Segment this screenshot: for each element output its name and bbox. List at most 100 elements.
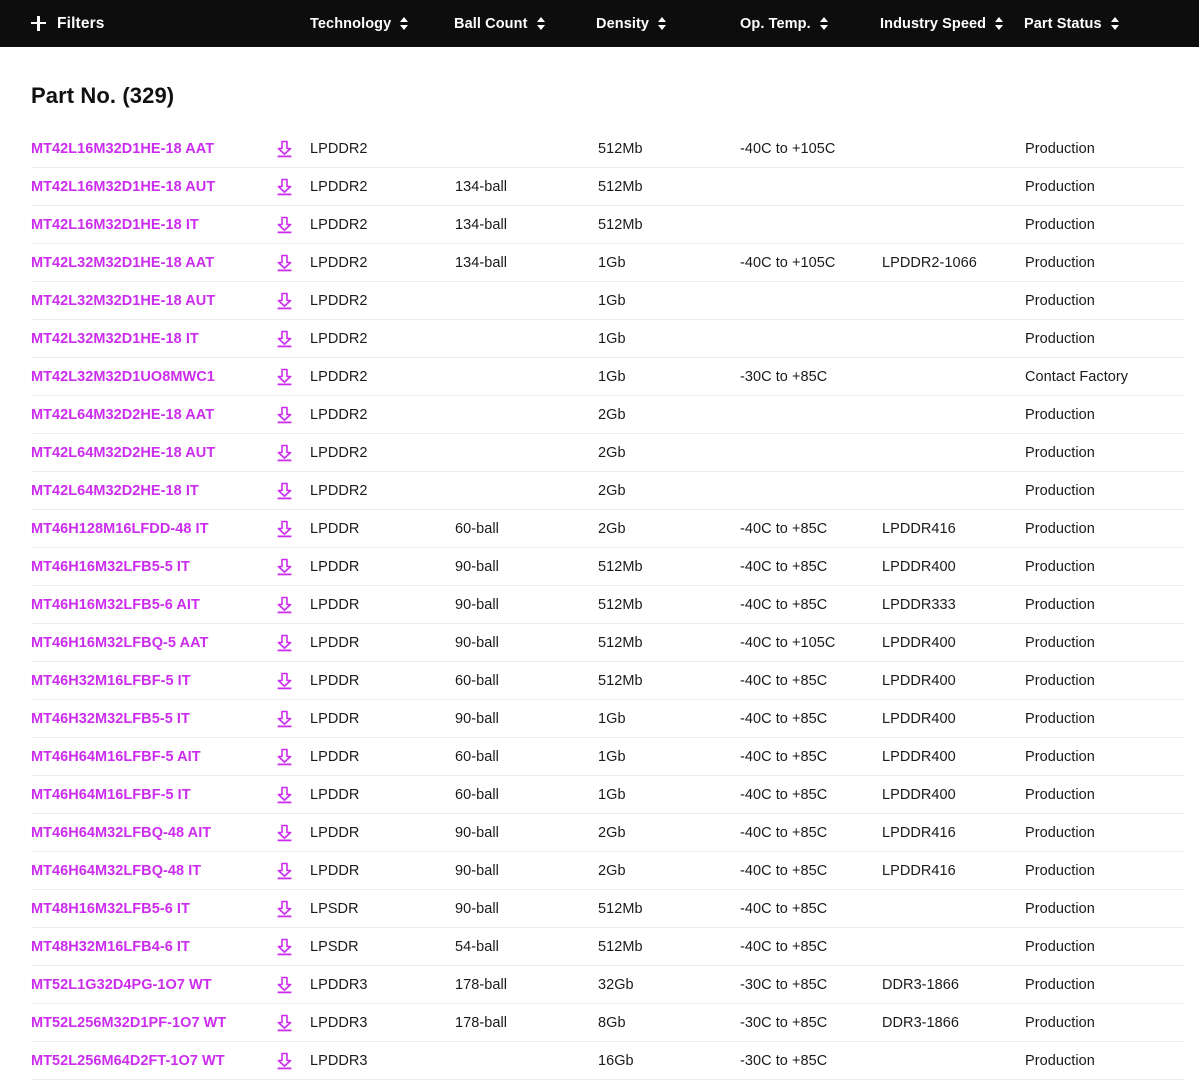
part-number-link[interactable]: MT46H64M16LFBF-5 IT bbox=[31, 787, 191, 803]
download-icon[interactable] bbox=[277, 900, 292, 917]
part-number-link[interactable]: MT46H64M32LFBQ-48 IT bbox=[31, 863, 201, 879]
part-number-link[interactable]: MT46H16M32LFB5-6 AIT bbox=[31, 597, 200, 613]
sort-updown-icon[interactable] bbox=[995, 16, 1004, 31]
table-row: MT46H16M32LFBQ-5 AAT LPDDR 90-ball 512Mb -40… bbox=[31, 624, 1184, 662]
cell-industry-speed: LPDDR400 bbox=[882, 634, 956, 651]
part-number-link[interactable]: MT46H128M16LFDD-48 IT bbox=[31, 521, 209, 537]
download-icon[interactable] bbox=[277, 292, 292, 309]
cell-part-status: Production bbox=[1025, 824, 1095, 841]
download-icon[interactable] bbox=[277, 406, 292, 423]
download-icon[interactable] bbox=[277, 938, 292, 955]
download-icon-svg bbox=[277, 368, 292, 385]
cell-op-temp: -40C to +85C bbox=[740, 558, 828, 575]
download-icon[interactable] bbox=[277, 520, 292, 537]
part-number-link[interactable]: MT42L32M32D1HE-18 IT bbox=[31, 331, 199, 347]
part-number-link[interactable]: MT48H32M16LFB4-6 IT bbox=[31, 939, 190, 955]
table-row: MT42L32M32D1HE-18 AUT LPDDR2 1Gb Production bbox=[31, 282, 1184, 320]
download-icon[interactable] bbox=[277, 482, 292, 499]
column-header-op-temp[interactable]: Op. Temp. bbox=[740, 16, 829, 32]
download-icon[interactable] bbox=[277, 786, 292, 803]
filters-button[interactable]: Filters bbox=[31, 15, 105, 33]
table-row: MT42L16M32D1HE-18 IT LPDDR2 134-ball 512Mb P… bbox=[31, 206, 1184, 244]
download-icon[interactable] bbox=[277, 254, 292, 271]
download-icon[interactable] bbox=[277, 976, 292, 993]
sort-updown-icon[interactable] bbox=[819, 16, 829, 31]
cell-technology: LPDDR bbox=[310, 786, 360, 803]
column-header-label: Ball Count bbox=[454, 15, 528, 32]
cell-ball-count: 90-ball bbox=[455, 824, 499, 841]
column-header-part-status[interactable]: Part Status bbox=[1024, 16, 1120, 32]
column-header-technology[interactable]: Technology bbox=[310, 16, 409, 32]
download-icon[interactable] bbox=[277, 140, 292, 157]
part-number-link[interactable]: MT42L32M32D1HE-18 AUT bbox=[31, 293, 215, 309]
cell-density: 1Gb bbox=[598, 254, 626, 271]
part-number-link[interactable]: MT42L16M32D1HE-18 IT bbox=[31, 217, 199, 233]
download-icon[interactable] bbox=[277, 710, 292, 727]
cell-op-temp: -30C to +85C bbox=[740, 368, 828, 385]
part-number-link[interactable]: MT52L256M64D2FT-1O7 WT bbox=[31, 1053, 225, 1069]
column-header-ball-count[interactable]: Ball Count bbox=[454, 16, 546, 32]
part-number-link[interactable]: MT42L16M32D1HE-18 AAT bbox=[31, 141, 214, 157]
cell-op-temp: -40C to +85C bbox=[740, 862, 828, 879]
sort-updown-icon[interactable] bbox=[1110, 16, 1120, 31]
cell-density: 2Gb bbox=[598, 406, 626, 423]
download-icon[interactable] bbox=[277, 862, 292, 879]
download-icon[interactable] bbox=[277, 178, 292, 195]
download-icon[interactable] bbox=[277, 672, 292, 689]
part-number-link[interactable]: MT46H32M16LFBF-5 IT bbox=[31, 673, 191, 689]
cell-ball-count: 90-ball bbox=[455, 596, 499, 613]
part-number-link[interactable]: MT42L64M32D2HE-18 IT bbox=[31, 483, 199, 499]
column-header-density[interactable]: Density bbox=[596, 16, 667, 32]
cell-industry-speed: LPDDR400 bbox=[882, 672, 956, 689]
column-header-label: Part Status bbox=[1024, 15, 1102, 32]
cell-industry-speed: LPDDR333 bbox=[882, 596, 956, 613]
cell-density: 1Gb bbox=[598, 786, 626, 803]
part-number-link[interactable]: MT42L32M32D1HE-18 AAT bbox=[31, 255, 214, 271]
part-number-link[interactable]: MT48H16M32LFB5-6 IT bbox=[31, 901, 190, 917]
cell-density: 2Gb bbox=[598, 862, 626, 879]
sort-updown-icon[interactable] bbox=[658, 16, 667, 31]
cell-density: 1Gb bbox=[598, 710, 626, 727]
download-icon[interactable] bbox=[277, 1014, 292, 1031]
part-number-link[interactable]: MT46H32M32LFB5-5 IT bbox=[31, 711, 190, 727]
table-row: MT46H64M32LFBQ-48 IT LPDDR 90-ball 2Gb -40C … bbox=[31, 852, 1184, 890]
download-icon[interactable] bbox=[277, 596, 292, 613]
cell-op-temp: -40C to +85C bbox=[740, 596, 828, 613]
part-number-link[interactable]: MT46H64M32LFBQ-48 AIT bbox=[31, 825, 211, 841]
column-header-industry-speed[interactable]: Industry Speed bbox=[880, 16, 1004, 32]
download-icon[interactable] bbox=[277, 444, 292, 461]
part-number-link[interactable]: MT42L32M32D1UO8MWC1 bbox=[31, 369, 215, 385]
download-icon[interactable] bbox=[277, 330, 292, 347]
table-row: MT42L64M32D2HE-18 AUT LPDDR2 2Gb Production bbox=[31, 434, 1184, 472]
part-number-link[interactable]: MT46H16M32LFBQ-5 AAT bbox=[31, 635, 208, 651]
plus-icon bbox=[31, 16, 46, 31]
table-row: MT48H32M16LFB4-6 IT LPSDR 54-ball 512Mb -40C… bbox=[31, 928, 1184, 966]
cell-part-status: Production bbox=[1025, 1014, 1095, 1031]
part-number-link[interactable]: MT52L1G32D4PG-1O7 WT bbox=[31, 977, 212, 993]
download-icon[interactable] bbox=[277, 216, 292, 233]
download-icon[interactable] bbox=[277, 824, 292, 841]
part-number-link[interactable]: MT42L64M32D2HE-18 AAT bbox=[31, 407, 214, 423]
cell-op-temp: -40C to +105C bbox=[740, 254, 836, 271]
cell-technology: LPDDR bbox=[310, 672, 360, 689]
download-icon[interactable] bbox=[277, 558, 292, 575]
part-number-link[interactable]: MT42L64M32D2HE-18 AUT bbox=[31, 445, 215, 461]
download-icon[interactable] bbox=[277, 748, 292, 765]
sort-updown-icon[interactable] bbox=[400, 16, 409, 31]
filters-button-label: Filters bbox=[57, 14, 105, 32]
part-number-link[interactable]: MT46H16M32LFB5-5 IT bbox=[31, 559, 190, 575]
cell-part-status: Production bbox=[1025, 596, 1095, 613]
sort-updown-icon[interactable] bbox=[536, 16, 546, 31]
part-number-link[interactable]: MT42L16M32D1HE-18 AUT bbox=[31, 179, 215, 195]
cell-density: 512Mb bbox=[598, 178, 643, 195]
cell-part-status: Production bbox=[1025, 900, 1095, 917]
part-number-link[interactable]: MT52L256M32D1PF-1O7 WT bbox=[31, 1015, 226, 1031]
download-icon[interactable] bbox=[277, 634, 292, 651]
part-number-link[interactable]: MT46H64M16LFBF-5 AIT bbox=[31, 749, 201, 765]
cell-ball-count: 134-ball bbox=[455, 178, 507, 195]
cell-op-temp: -30C to +85C bbox=[740, 1014, 828, 1031]
download-icon[interactable] bbox=[277, 368, 292, 385]
cell-ball-count: 134-ball bbox=[455, 254, 507, 271]
top-toolbar: Filters Technology Ball Count Density Op… bbox=[0, 0, 1199, 47]
download-icon[interactable] bbox=[277, 1052, 292, 1069]
